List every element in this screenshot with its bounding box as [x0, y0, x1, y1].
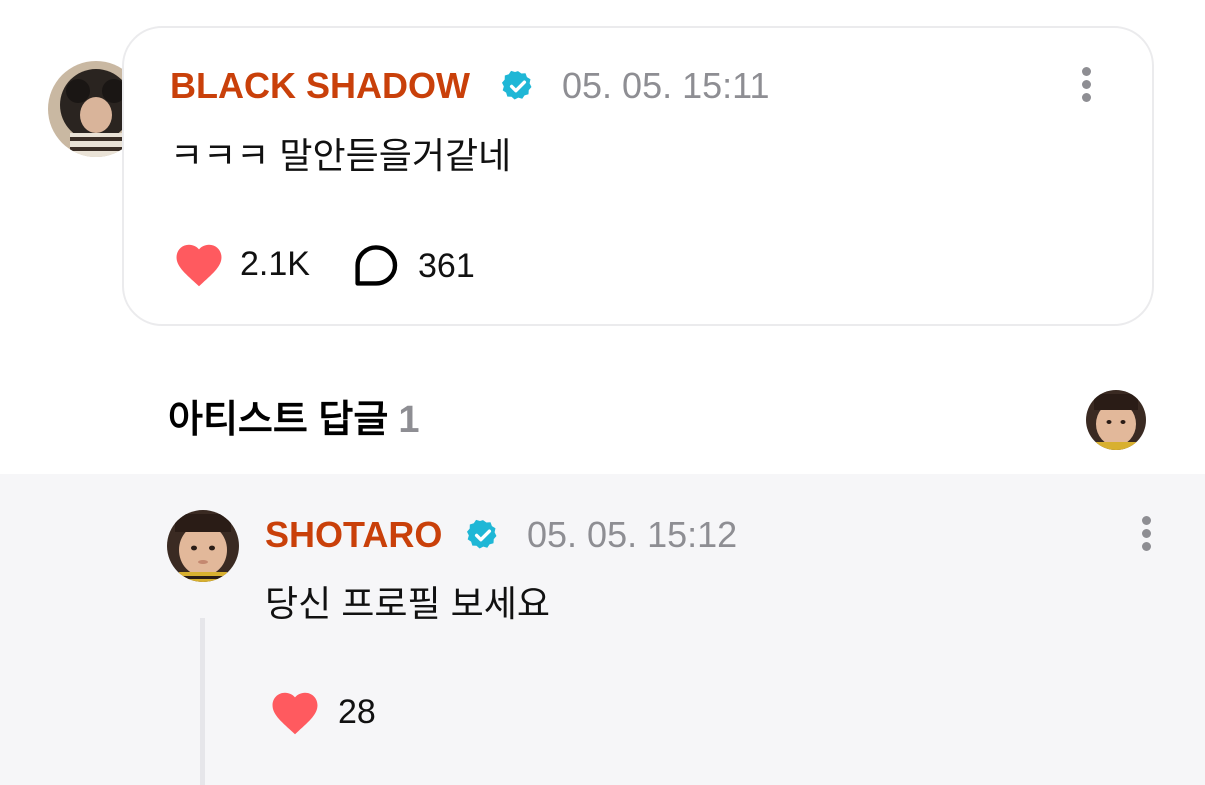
- reply-avatar[interactable]: [167, 510, 239, 582]
- reply-like-button[interactable]: 28: [268, 688, 376, 736]
- thread-line: [200, 618, 205, 785]
- reply-text: 당신 프로필 보세요: [265, 583, 550, 624]
- artist-replies-avatar[interactable]: [1086, 390, 1146, 450]
- speech-bubble-icon: [355, 245, 398, 286]
- comment-like-count: 2.1K: [240, 245, 310, 283]
- reply-like-count: 28: [338, 693, 376, 731]
- heart-icon: [176, 244, 222, 287]
- reply-timestamp: 05. 05. 15:12: [527, 514, 738, 555]
- artist-replies-count: 1: [398, 399, 420, 441]
- comment-text: ㅋㅋㅋ 말안듣을거같네: [170, 135, 512, 176]
- verified-badge-icon: [501, 70, 532, 100]
- artist-replies-header[interactable]: 아티스트 답글 1: [168, 398, 419, 442]
- comment-reply-count: 361: [418, 247, 475, 285]
- comment-reply-button[interactable]: 361: [352, 243, 475, 289]
- heart-icon: [272, 692, 318, 735]
- verified-badge-icon: [466, 519, 497, 549]
- comment-like-button[interactable]: 2.1K: [172, 240, 310, 288]
- page: BLACK SHADOW 05. 05. 15:11 ㅋㅋㅋ 말안듣을거같네 2…: [0, 0, 1205, 785]
- comment-more-options-icon[interactable]: [1076, 67, 1096, 111]
- comment-timestamp: 05. 05. 15:11: [562, 65, 770, 106]
- reply-username[interactable]: SHOTARO: [265, 515, 442, 555]
- artist-replies-title: 아티스트 답글: [168, 399, 389, 441]
- reply-more-options-icon[interactable]: [1136, 516, 1156, 560]
- commenter-username[interactable]: BLACK SHADOW: [170, 66, 470, 106]
